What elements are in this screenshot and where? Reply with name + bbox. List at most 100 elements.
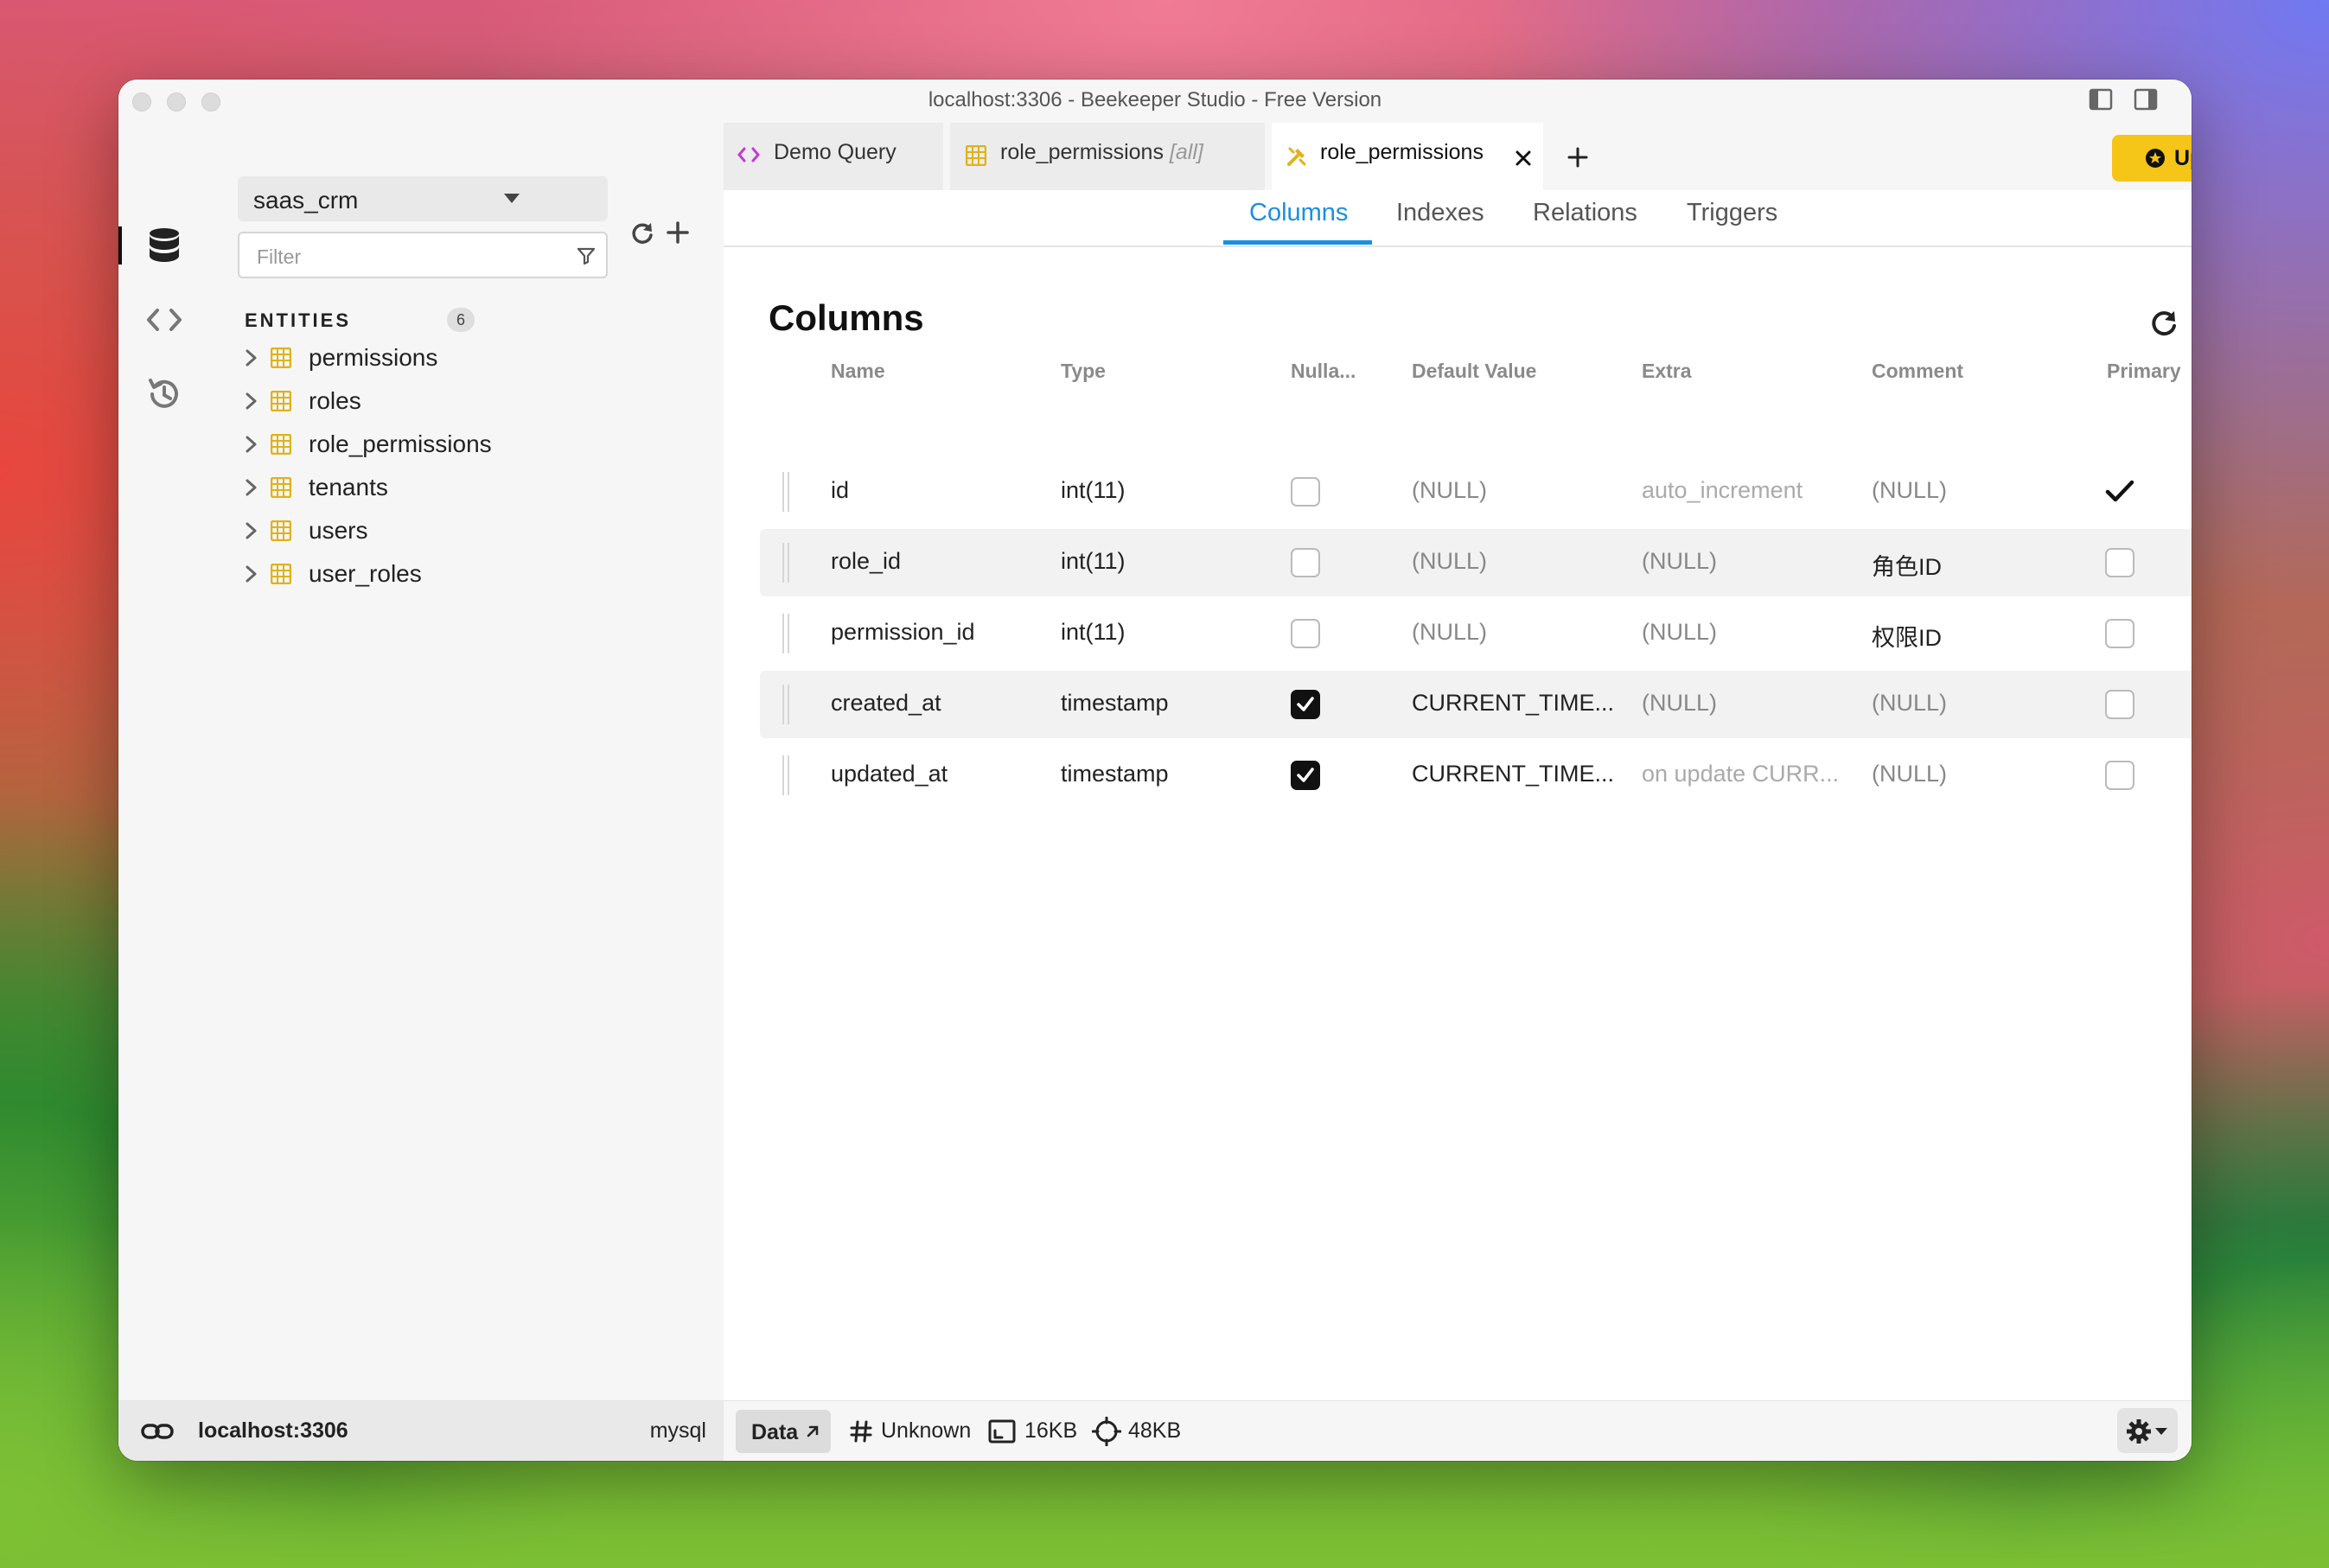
- primary-checkbox[interactable]: [2105, 619, 2134, 648]
- database-select[interactable]: saas_crm: [238, 176, 608, 221]
- column-comment[interactable]: (NULL): [1872, 477, 1947, 504]
- column-default[interactable]: CURRENT_TIME...: [1412, 761, 1614, 787]
- table-size-icon: [988, 1419, 1016, 1444]
- column-extra[interactable]: auto_increment: [1642, 477, 1803, 504]
- column-name[interactable]: permission_id: [831, 619, 975, 646]
- column-default[interactable]: (NULL): [1412, 477, 1487, 504]
- header-extra: Extra: [1642, 360, 1692, 382]
- database-icon[interactable]: [136, 220, 193, 271]
- column-type[interactable]: int(11): [1061, 477, 1126, 504]
- entity-item[interactable]: user_roles: [243, 555, 710, 593]
- subtab-relations[interactable]: Relations: [1533, 199, 1637, 227]
- link-icon: [141, 1424, 174, 1439]
- upgrade-button[interactable]: Upgrade: [2112, 135, 2192, 182]
- chevron-right-icon[interactable]: [243, 434, 260, 455]
- column-extra[interactable]: on update CURR...: [1642, 761, 1839, 787]
- entity-item[interactable]: tenants: [243, 468, 710, 507]
- subtab-indexes[interactable]: Indexes: [1396, 199, 1484, 227]
- drag-handle[interactable]: [782, 543, 789, 583]
- column-extra[interactable]: (NULL): [1642, 690, 1717, 717]
- column-comment[interactable]: (NULL): [1872, 761, 1947, 787]
- checkmark-icon[interactable]: [2105, 479, 2134, 505]
- column-default[interactable]: (NULL): [1412, 548, 1487, 575]
- chevron-right-icon[interactable]: [243, 564, 260, 584]
- primary-checkbox[interactable]: [2105, 761, 2134, 790]
- column-type[interactable]: int(11): [1061, 619, 1126, 646]
- nullable-checkbox[interactable]: [1291, 477, 1320, 507]
- refresh-columns-button[interactable]: [2141, 301, 2186, 346]
- column-row[interactable]: role_id int(11) (NULL) (NULL) 角色ID: [760, 529, 2192, 596]
- column-type[interactable]: int(11): [1061, 548, 1126, 575]
- column-extra[interactable]: (NULL): [1642, 619, 1717, 646]
- code-icon[interactable]: [136, 294, 193, 346]
- tab-label: Demo Query: [774, 140, 897, 164]
- structure-tools-icon: [1287, 147, 1306, 166]
- star-badge-icon: [2146, 149, 2165, 168]
- drag-handle[interactable]: [782, 614, 789, 653]
- hash-icon: [850, 1420, 872, 1443]
- column-row[interactable]: created_at timestamp CURRENT_TIME... (NULL)…: [760, 671, 2192, 738]
- chevron-right-icon[interactable]: [243, 477, 260, 498]
- tab-role-permissions-data[interactable]: role_permissions [all]: [950, 123, 1265, 190]
- entity-label: permissions: [309, 344, 438, 371]
- data-view-button[interactable]: Data: [736, 1410, 831, 1453]
- tab-demo-query[interactable]: Demo Query: [724, 123, 943, 190]
- column-row[interactable]: permission_id int(11) (NULL) (NULL) 权限ID: [760, 600, 2192, 667]
- nullable-checkbox[interactable]: [1291, 761, 1320, 790]
- entity-item[interactable]: role_permissions: [243, 425, 710, 463]
- app-window: localhost:3306 - Beekeeper Studio - Free…: [118, 80, 2192, 1461]
- drag-handle[interactable]: [782, 472, 789, 512]
- new-tab-plus-icon[interactable]: [1567, 147, 1588, 168]
- chevron-right-icon[interactable]: [243, 520, 260, 541]
- chevron-right-icon[interactable]: [243, 347, 260, 368]
- entity-item[interactable]: users: [243, 512, 710, 550]
- entity-item[interactable]: permissions: [243, 339, 710, 377]
- table-icon: [271, 477, 291, 498]
- column-extra[interactable]: (NULL): [1642, 548, 1717, 575]
- subtab-columns[interactable]: Columns: [1249, 199, 1348, 227]
- toggle-sidebar-icon[interactable]: [2088, 86, 2114, 112]
- column-default[interactable]: (NULL): [1412, 619, 1487, 646]
- entities-count-badge: 6: [447, 308, 475, 332]
- plus-icon[interactable]: [667, 221, 689, 244]
- tab-role-permissions-structure[interactable]: role_permissions: [1272, 123, 1543, 190]
- table-icon: [271, 347, 291, 368]
- column-type[interactable]: timestamp: [1061, 761, 1169, 787]
- table-icon: [966, 145, 986, 166]
- filter-input[interactable]: Filter: [238, 232, 608, 278]
- column-row[interactable]: updated_at timestamp CURRENT_TIME... on upd…: [760, 742, 2192, 809]
- subtab-triggers[interactable]: Triggers: [1687, 199, 1777, 227]
- connection-status[interactable]: localhost:3306 mysql: [118, 1401, 724, 1461]
- chevron-right-icon[interactable]: [243, 391, 260, 411]
- window-title: localhost:3306 - Beekeeper Studio - Free…: [928, 88, 1382, 112]
- drag-handle[interactable]: [782, 755, 789, 795]
- primary-checkbox[interactable]: [2105, 548, 2134, 577]
- settings-menu-button[interactable]: [2117, 1408, 2178, 1453]
- header-nullable: Nulla...: [1291, 360, 1356, 382]
- refresh-icon[interactable]: [630, 221, 654, 245]
- column-name[interactable]: updated_at: [831, 761, 948, 787]
- nullable-checkbox[interactable]: [1291, 619, 1320, 648]
- nullable-checkbox[interactable]: [1291, 548, 1320, 577]
- history-icon[interactable]: [136, 368, 193, 420]
- entity-label: users: [309, 517, 368, 544]
- caret-down-icon: [504, 194, 520, 203]
- column-comment[interactable]: (NULL): [1872, 690, 1947, 717]
- caret-down-icon: [2155, 1428, 2167, 1435]
- column-name[interactable]: id: [831, 477, 849, 504]
- close-tab-icon[interactable]: [1515, 150, 1531, 166]
- column-comment[interactable]: 权限ID: [1872, 619, 1942, 653]
- drag-handle[interactable]: [782, 685, 789, 724]
- funnel-icon[interactable]: [577, 246, 596, 265]
- entity-item[interactable]: roles: [243, 382, 710, 420]
- column-name[interactable]: created_at: [831, 690, 941, 717]
- toggle-right-panel-icon[interactable]: [2133, 86, 2159, 112]
- column-default[interactable]: CURRENT_TIME...: [1412, 690, 1614, 717]
- column-row[interactable]: id int(11) (NULL) auto_increment (NULL): [760, 458, 2192, 526]
- primary-checkbox[interactable]: [2105, 690, 2134, 719]
- column-comment[interactable]: 角色ID: [1872, 548, 1942, 582]
- column-type[interactable]: timestamp: [1061, 690, 1169, 717]
- header-comment: Comment: [1872, 360, 1964, 382]
- column-name[interactable]: role_id: [831, 548, 901, 575]
- nullable-checkbox[interactable]: [1291, 690, 1320, 719]
